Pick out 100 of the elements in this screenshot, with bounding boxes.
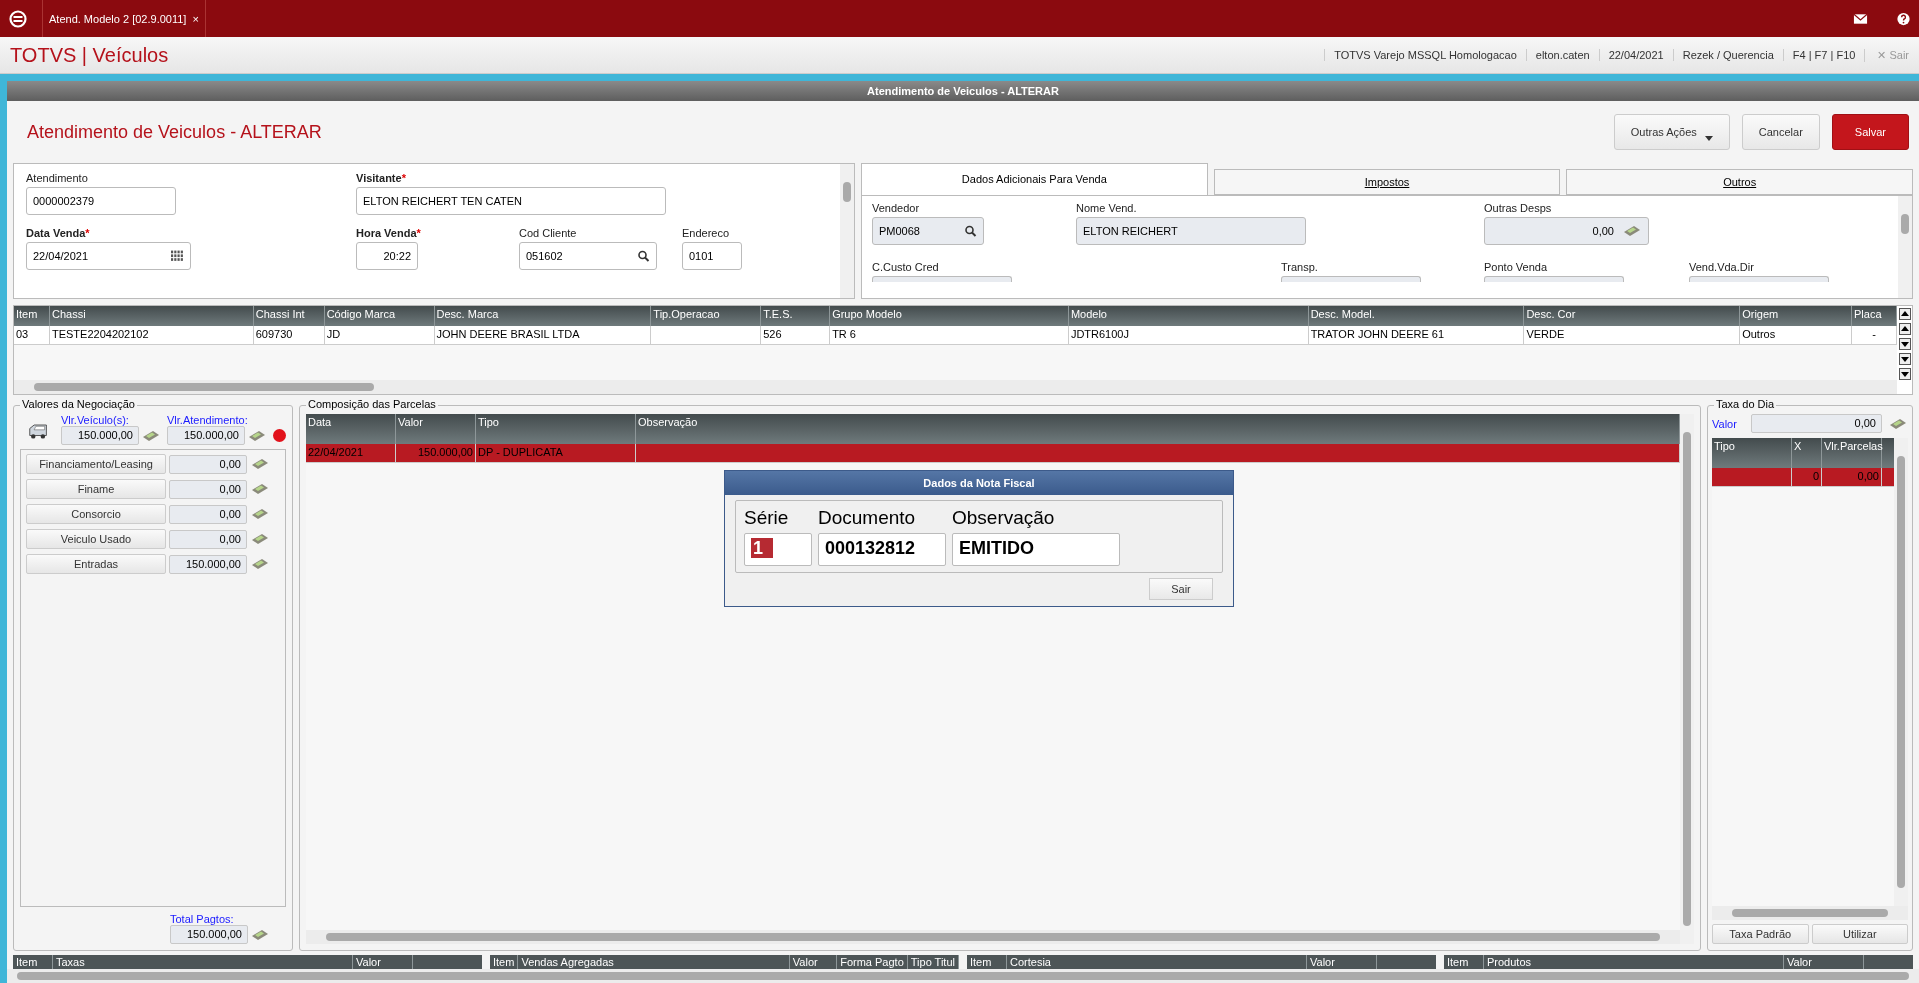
dialog-title: Dados da Nota Fiscal — [725, 471, 1233, 495]
calendar-icon[interactable] — [171, 250, 184, 262]
table-cell: DP - DUPLICATA — [478, 446, 563, 460]
input-field[interactable] — [872, 276, 1012, 282]
field-label: Transp. — [1281, 261, 1319, 273]
table-cell: 0 — [1812, 470, 1819, 484]
payment-type-button[interactable]: Entradas — [26, 554, 166, 574]
input-field[interactable]: 22/04/2021 — [26, 242, 191, 270]
amount-field[interactable]: 0,00 — [169, 454, 247, 474]
field-label: Hora Venda* — [356, 227, 422, 239]
header-info: TOTVS Varejo MSSQL Homologacao — [1324, 49, 1526, 61]
input-field[interactable] — [1281, 276, 1421, 282]
money-icon[interactable] — [250, 457, 270, 471]
tab-label: Atend. Modelo 2 [02.9.0011] — [49, 12, 187, 25]
table-cell: 03 — [16, 328, 29, 342]
money-icon[interactable] — [250, 482, 270, 496]
header-info: Rezek / Querencia — [1672, 49, 1783, 61]
amount-field[interactable]: 0,00 — [169, 479, 247, 499]
scrollbar[interactable] — [306, 930, 1680, 944]
input-field[interactable]: ELTON REICHERT — [1076, 217, 1306, 245]
field-label: Vendedor — [872, 202, 921, 214]
save-button[interactable]: Salvar — [1831, 114, 1909, 150]
table-cell: 0,00 — [1857, 470, 1879, 484]
input-field[interactable]: 051602 — [519, 242, 657, 270]
money-icon[interactable] — [250, 507, 270, 521]
field-label: Cod Cliente — [519, 227, 578, 239]
scrollbar[interactable] — [1898, 196, 1912, 298]
input-field[interactable]: PM0068 — [872, 217, 984, 245]
field-label: Valor — [1712, 417, 1737, 430]
input-field[interactable] — [1484, 276, 1624, 282]
table-cell: 22/04/2021 — [308, 446, 364, 460]
table-row[interactable]: 03 TESTE2204202102 609730 JD JOHN DEERE BRASIL LTDA 526 TR 6 JDTR6100J TRATOR JOHN DEERE 61 VERDE Outros - — [14, 326, 1897, 345]
field-label: C.Custo Cred — [872, 261, 940, 273]
scrollbar[interactable] — [1680, 414, 1694, 944]
input-field[interactable] — [1689, 276, 1829, 282]
field-label: Data Venda* — [26, 227, 91, 239]
amount-field[interactable]: 150.000,00 — [170, 925, 248, 944]
money-icon[interactable] — [250, 532, 270, 546]
scrollbar[interactable] — [1894, 438, 1908, 906]
table-cell: 526 — [763, 328, 782, 342]
table-cell: JDTR6100J — [1070, 328, 1129, 342]
input-field[interactable]: 20:22 — [356, 242, 418, 270]
field-label: Endereco — [682, 227, 731, 239]
tab[interactable]: Impostos — [1213, 169, 1561, 195]
input-field[interactable]: 000132812 — [818, 533, 946, 566]
search-icon[interactable] — [964, 225, 977, 237]
payment-type-button[interactable]: Financiamento/Leasing — [26, 454, 166, 474]
input-field[interactable]: ELTON REICHERT TEN CATEN — [356, 187, 666, 215]
rate-button[interactable]: Utilizar — [1811, 924, 1908, 944]
cancel-button[interactable]: Cancelar — [1741, 114, 1820, 150]
caret-icon — [1704, 135, 1713, 141]
scrollbar[interactable] — [1712, 906, 1908, 920]
money-icon[interactable] — [247, 428, 267, 443]
table-cell: 150.000,00 — [417, 446, 473, 460]
van-icon — [28, 423, 49, 441]
money-icon[interactable] — [250, 927, 270, 942]
rate-button[interactable]: Taxa Padrão — [1712, 924, 1809, 944]
help-icon[interactable] — [1896, 11, 1911, 26]
field-label: Vlr.Veículo(s): — [61, 414, 129, 426]
input-field[interactable]: 1 — [744, 533, 812, 566]
amount-field[interactable]: 150.000,00 — [61, 426, 139, 445]
money-icon[interactable] — [141, 428, 161, 443]
money-icon[interactable] — [1622, 224, 1642, 238]
amount-field[interactable]: 0,00 — [169, 529, 247, 549]
field-label: Total Pagtos: — [170, 913, 234, 925]
amount-field[interactable]: 150.000,00 — [169, 554, 247, 574]
amount-field[interactable]: 0,00 — [169, 504, 247, 524]
app-brand: TOTVS | Veículos — [10, 43, 169, 67]
input-field[interactable]: EMITIDO — [952, 533, 1120, 566]
group-title: Composição das Parcelas — [306, 398, 438, 410]
payment-type-button[interactable]: Veiculo Usado — [26, 529, 166, 549]
table-cell: JOHN DEERE BRASIL LTDA — [436, 328, 580, 342]
header-info: 22/04/2021 — [1598, 49, 1673, 61]
amount-field[interactable]: 150.000,00 — [167, 426, 245, 445]
field-label: Observação — [952, 507, 1056, 529]
payment-type-button[interactable]: Consorcio — [26, 504, 166, 524]
close-icon[interactable]: × — [192, 12, 199, 25]
table-cell: TRATOR JOHN DEERE 61 — [1310, 328, 1445, 342]
money-icon[interactable] — [1888, 416, 1908, 431]
actions-menu-button[interactable]: Outras Ações — [1613, 114, 1730, 150]
table-cell: TESTE2204202102 — [51, 328, 149, 342]
field-label: Documento — [818, 507, 917, 529]
money-icon[interactable] — [250, 557, 270, 571]
input-field[interactable]: 0101 — [682, 242, 742, 270]
exit-button[interactable]: Sair — [1149, 578, 1213, 600]
payment-type-button[interactable]: Finame — [26, 479, 166, 499]
search-icon[interactable] — [637, 250, 650, 262]
table-cell: Outros — [1742, 328, 1776, 342]
input-field[interactable]: 0,00 — [1484, 217, 1649, 245]
input-field[interactable]: 0000002379 — [26, 187, 176, 215]
scrollbar[interactable] — [7, 969, 1919, 983]
scrollbar[interactable] — [840, 164, 854, 298]
mail-icon[interactable] — [1853, 11, 1868, 26]
tab[interactable]: Outros — [1566, 169, 1913, 195]
tab[interactable]: Dados Adicionais Para Venda — [861, 163, 1208, 195]
scrollbar[interactable] — [14, 380, 1897, 394]
field-label: Atendimento — [26, 172, 89, 184]
table-cell: JD — [326, 328, 341, 342]
amount-field[interactable]: 0,00 — [1750, 414, 1882, 433]
field-label: Vend.Vda.Dir — [1689, 261, 1755, 273]
